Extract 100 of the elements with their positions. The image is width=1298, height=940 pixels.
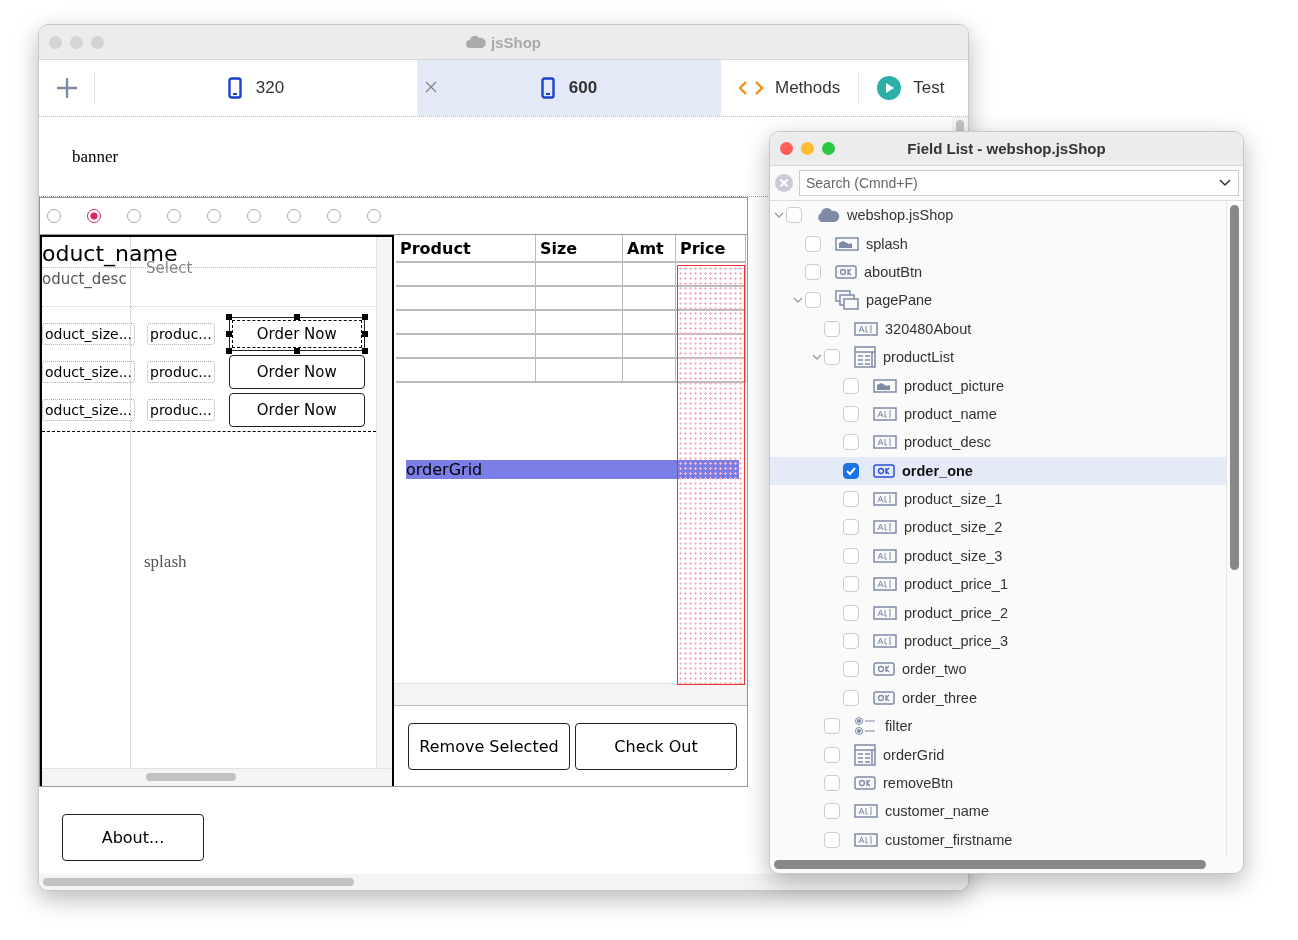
cloud-icon: [466, 35, 486, 49]
test-button[interactable]: Test: [859, 60, 963, 116]
checkbox[interactable]: [843, 434, 859, 451]
order-now-button[interactable]: Order Now: [228, 317, 365, 351]
selection-handle[interactable]: [225, 331, 232, 337]
column-header[interactable]: Product: [396, 235, 536, 263]
radio-button[interactable]: [167, 209, 181, 223]
grid-icon: [854, 346, 876, 369]
checkbox[interactable]: [843, 547, 859, 564]
selection-handle[interactable]: [361, 331, 368, 337]
checkbox[interactable]: [843, 576, 859, 593]
grid-name-label: orderGrid: [406, 460, 739, 479]
tree-row[interactable]: product_size_2: [770, 513, 1227, 542]
selection-handle[interactable]: [293, 314, 300, 320]
checkbox[interactable]: [843, 689, 859, 706]
device-tab[interactable]: 600: [417, 60, 721, 116]
radio-button[interactable]: [247, 209, 261, 223]
checkbox[interactable]: [805, 263, 821, 280]
radio-button[interactable]: [127, 209, 141, 223]
radio-button[interactable]: [87, 209, 101, 223]
size-field: oduct_size...: [42, 323, 135, 345]
checkbox[interactable]: [824, 718, 840, 735]
selection-handle[interactable]: [361, 314, 368, 320]
grid-action-button[interactable]: Remove Selected: [408, 722, 570, 770]
checkbox[interactable]: [843, 405, 859, 422]
tree-row[interactable]: product_name: [770, 399, 1227, 429]
checkbox[interactable]: [824, 831, 840, 848]
tree-row[interactable]: customer_firstname: [770, 825, 1227, 854]
tree-row[interactable]: product_price_2: [770, 598, 1227, 627]
horizontal-scrollbar[interactable]: [42, 768, 392, 786]
grid-action-button[interactable]: Check Out: [575, 722, 737, 770]
window-control-icon[interactable]: [91, 35, 104, 49]
about-button[interactable]: About...: [62, 814, 204, 861]
radio-button[interactable]: [327, 209, 341, 223]
checkbox[interactable]: [843, 633, 859, 650]
checkbox[interactable]: [843, 491, 859, 508]
tree-row[interactable]: customer_name: [770, 797, 1227, 826]
checkbox[interactable]: [843, 604, 859, 621]
tree-row[interactable]: removeBtn: [770, 768, 1227, 798]
checkbox[interactable]: [824, 803, 840, 820]
column-header[interactable]: Price: [676, 235, 746, 263]
checkbox[interactable]: [843, 462, 859, 479]
order-now-button[interactable]: Order Now: [228, 393, 365, 427]
window-control-icon[interactable]: [49, 35, 62, 49]
window-control-icon[interactable]: [822, 142, 835, 155]
selection-handle[interactable]: [225, 314, 232, 320]
window-control-icon[interactable]: [70, 35, 83, 49]
checkbox[interactable]: [786, 207, 802, 224]
radio-button[interactable]: [207, 209, 221, 223]
tree-row[interactable]: pagePane: [770, 286, 1227, 315]
tree-row[interactable]: splash: [770, 229, 1227, 258]
order-now-button[interactable]: Order Now: [228, 355, 365, 389]
tree-label: aboutBtn: [864, 263, 923, 280]
tree-row[interactable]: order_two: [770, 655, 1227, 684]
tree-row[interactable]: product_desc: [770, 428, 1227, 457]
checkbox[interactable]: [824, 775, 840, 791]
window-control-icon[interactable]: [801, 142, 814, 155]
chevron-down-icon[interactable]: [1219, 179, 1231, 187]
tree-row[interactable]: order_one: [770, 456, 1227, 485]
tree-row[interactable]: filter: [770, 712, 1227, 741]
tree-label: product_price_2: [904, 604, 1008, 621]
checkbox[interactable]: [805, 292, 821, 309]
checkbox[interactable]: [805, 235, 821, 252]
column-header[interactable]: Size: [536, 235, 623, 263]
tree-row[interactable]: product_picture: [770, 371, 1227, 400]
horizontal-scrollbar[interactable]: [39, 874, 968, 890]
radio-button[interactable]: [47, 209, 61, 223]
tree-row[interactable]: product_size_3: [770, 541, 1227, 571]
tree-row[interactable]: product_price_1: [770, 570, 1227, 599]
tree-row[interactable]: order_three: [770, 683, 1227, 713]
radio-button[interactable]: [287, 209, 301, 223]
close-icon[interactable]: [425, 81, 437, 93]
vertical-scrollbar[interactable]: [1230, 205, 1239, 570]
tree-row[interactable]: orderGrid: [770, 740, 1227, 769]
selection-handle[interactable]: [361, 348, 368, 354]
tree-row[interactable]: product_price_3: [770, 626, 1227, 656]
checkbox[interactable]: [824, 320, 840, 337]
clear-icon[interactable]: [775, 174, 793, 192]
tree-row[interactable]: product_size_1: [770, 484, 1227, 514]
horizontal-scrollbar[interactable]: [774, 860, 1206, 869]
button-icon: [835, 264, 857, 279]
window-control-icon[interactable]: [780, 142, 793, 155]
tree-row[interactable]: aboutBtn: [770, 257, 1227, 287]
checkbox[interactable]: [843, 519, 859, 536]
tree-row[interactable]: productList: [770, 342, 1227, 372]
tree-label: order_three: [902, 689, 977, 706]
checkbox[interactable]: [824, 746, 840, 763]
radio-button[interactable]: [367, 209, 381, 223]
selection-handle[interactable]: [225, 348, 232, 354]
tree-row[interactable]: webshop.jsShop: [770, 201, 1227, 230]
selection-handle[interactable]: [293, 348, 300, 354]
horizontal-scrollbar[interactable]: [394, 683, 747, 706]
search-field[interactable]: Search (Cmnd+F): [799, 170, 1239, 196]
tree-row[interactable]: 320480About: [770, 314, 1227, 343]
checkbox[interactable]: [843, 377, 859, 394]
vertical-scrollbar[interactable]: [952, 117, 968, 131]
checkbox[interactable]: [843, 661, 859, 678]
checkbox[interactable]: [824, 349, 840, 366]
column-header[interactable]: Amt: [623, 235, 676, 263]
methods-button[interactable]: Methods: [721, 60, 859, 116]
